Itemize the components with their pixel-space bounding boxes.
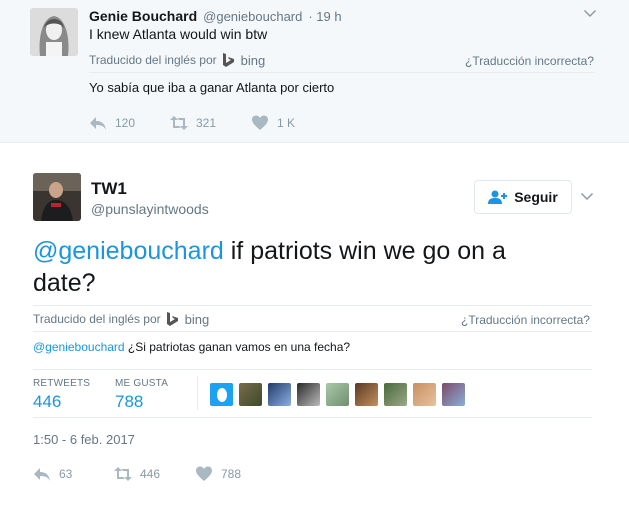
- avatar[interactable]: [268, 383, 291, 406]
- author-name[interactable]: Genie Bouchard: [89, 8, 197, 24]
- translation-divider: [33, 305, 592, 306]
- stats-separator: [197, 376, 198, 410]
- like-count: 1 K: [277, 116, 296, 130]
- tweet-time[interactable]: · 19 h: [308, 9, 341, 24]
- bing-label: bing: [184, 311, 210, 327]
- like-button[interactable]: 788: [195, 465, 241, 483]
- mention-link[interactable]: @geniebouchard: [33, 237, 224, 265]
- retweets-stat[interactable]: RETWEETS 446: [33, 378, 90, 412]
- translated-by-label: Traducido del inglés por: [33, 312, 161, 326]
- like-count: 788: [221, 467, 242, 481]
- retweet-icon: [170, 116, 188, 130]
- translation-divider: [33, 331, 592, 332]
- heart-icon: [196, 466, 212, 481]
- reply-button[interactable]: 120: [89, 114, 135, 132]
- tweet-timestamp[interactable]: 1:50 - 6 feb. 2017: [33, 432, 135, 447]
- avatar[interactable]: [239, 383, 262, 406]
- avatar[interactable]: [442, 383, 465, 406]
- tweet-genie: Genie Bouchard @geniebouchard · 19 h I k…: [0, 0, 629, 143]
- like-button[interactable]: 1 K: [251, 114, 295, 132]
- retweet-icon: [114, 467, 132, 481]
- bing-label: bing: [240, 52, 266, 68]
- retweets-value: 446: [33, 392, 62, 411]
- bing-logo-icon: [166, 311, 180, 327]
- reply-count: 63: [59, 467, 73, 481]
- author-handle[interactable]: @punslayintwoods: [91, 201, 209, 217]
- retweet-button[interactable]: 446: [114, 465, 160, 483]
- avatar[interactable]: [326, 383, 349, 406]
- heart-icon: [252, 115, 268, 130]
- reply-count: 120: [115, 116, 136, 130]
- wrong-translation-link[interactable]: ¿Traducción incorrecta?: [465, 54, 594, 68]
- translation-divider: [89, 72, 595, 73]
- wrong-translation-link[interactable]: ¿Traducción incorrecta?: [461, 313, 590, 327]
- retweet-count: 446: [140, 467, 161, 481]
- follow-label: Seguir: [514, 189, 558, 205]
- author-handle[interactable]: @geniebouchard: [203, 9, 302, 24]
- author-name[interactable]: TW1: [91, 179, 127, 199]
- reply-button[interactable]: 63: [33, 465, 72, 483]
- chevron-down-icon[interactable]: [579, 189, 595, 210]
- translated-text: @geniebouchard ¿Si patriotas ganan vamos…: [33, 340, 350, 354]
- stats-divider: [33, 417, 592, 418]
- likes-label: ME GUSTA: [115, 378, 169, 389]
- avatar[interactable]: [297, 383, 320, 406]
- reply-icon: [34, 468, 50, 481]
- liker-avatars: [210, 383, 465, 406]
- tweet-text: @geniebouchard if patriots win we go on …: [33, 235, 573, 299]
- likes-value: 788: [115, 392, 144, 411]
- chevron-down-icon[interactable]: [582, 6, 598, 27]
- mention-link[interactable]: @geniebouchard: [33, 340, 125, 354]
- translated-by-label: Traducido del inglés por: [89, 53, 217, 67]
- avatar[interactable]: [30, 8, 78, 56]
- retweet-count: 321: [196, 116, 217, 130]
- translated-text-body: ¿Si patriotas ganan vamos en una fecha?: [124, 340, 351, 354]
- reply-icon: [90, 117, 106, 130]
- tweet-text: I knew Atlanta would win btw: [89, 26, 268, 42]
- stats-divider: [33, 369, 592, 370]
- avatar[interactable]: [210, 383, 233, 406]
- avatar[interactable]: [355, 383, 378, 406]
- add-user-icon: [488, 190, 508, 204]
- retweets-label: RETWEETS: [33, 378, 91, 389]
- retweet-button[interactable]: 321: [170, 114, 216, 132]
- avatar[interactable]: [33, 173, 81, 221]
- avatar[interactable]: [384, 383, 407, 406]
- avatar[interactable]: [413, 383, 436, 406]
- likes-stat[interactable]: ME GUSTA 788: [115, 378, 168, 412]
- bing-logo-icon: [222, 52, 236, 68]
- follow-button[interactable]: Seguir: [474, 180, 572, 214]
- translated-text: Yo sabía que iba a ganar Atlanta por cie…: [89, 80, 335, 95]
